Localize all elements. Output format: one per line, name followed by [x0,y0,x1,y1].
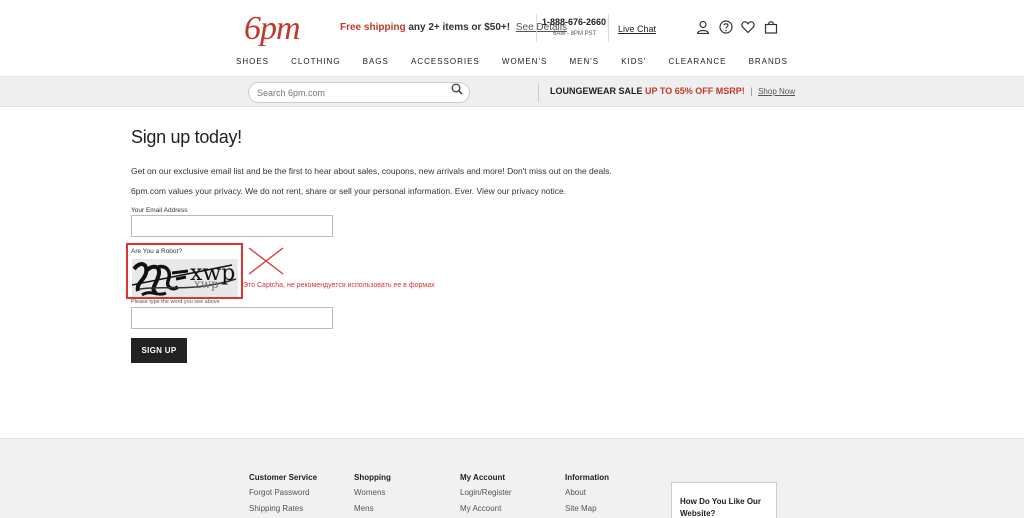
site-logo[interactable]: 6pm [244,10,301,48]
footer-column-customer-service: Customer Service Forgot Password Shippin… [249,473,317,518]
footer-heading: Information [565,473,609,482]
sale-separator: | [750,86,753,96]
help-icon[interactable] [719,20,733,34]
live-chat-link[interactable]: Live Chat [618,24,656,34]
phone-number: 1-888-676-2660 [542,17,607,27]
captcha-word-shadow: xwp [194,277,219,291]
user-icon[interactable] [696,20,710,34]
nav-item-shoes[interactable]: SHOES [236,57,269,69]
email-field[interactable] [131,215,333,237]
footer [0,438,1024,518]
footer-link[interactable]: Womens [354,488,391,497]
search-icon[interactable] [451,83,463,95]
heart-icon[interactable] [741,20,755,34]
nav-item-womens[interactable]: WOMEN'S [502,57,547,69]
main-nav: SHOES CLOTHING BAGS ACCESSORIES WOMEN'S … [236,57,788,69]
shop-now-link[interactable]: Shop Now [758,87,795,96]
header-divider [536,14,537,42]
email-label: Your Email Address [131,207,188,214]
nav-item-accessories[interactable]: ACCESSORIES [411,57,480,69]
promo-banner: Free shipping any 2+ items or $50+! See … [340,22,567,33]
captcha-word-input[interactable] [131,307,333,329]
intro-text: Get on our exclusive email list and be t… [131,166,612,176]
footer-column-information: Information About Site Map [565,473,609,518]
nav-item-clothing[interactable]: CLOTHING [291,57,340,69]
robot-label: Are You a Robot? [131,248,182,255]
captcha-word-label: Please type the word you see above [131,299,220,305]
footer-heading: My Account [460,473,506,482]
footer-column-shopping: Shopping Womens Mens [354,473,391,518]
search-divider [538,83,539,102]
nav-item-bags[interactable]: BAGS [363,57,389,69]
footer-link[interactable]: Shipping Rates [249,504,317,513]
captcha-image: xwp xwp [132,259,238,297]
footer-link[interactable]: Site Map [565,504,609,513]
feedback-widget[interactable]: How Do You Like Our Website? [671,482,777,518]
page-title: Sign up today! [131,127,242,147]
footer-link[interactable]: Forgot Password [249,488,317,497]
sale-lead: LOUNGEWEAR SALE [550,86,643,96]
phone-hours: 6AM - 8PM PST [553,31,597,37]
privacy-text: 6pm.com values your privacy. We do not r… [131,186,567,196]
footer-link[interactable]: About [565,488,609,497]
nav-item-mens[interactable]: MEN'S [569,57,599,69]
header-divider [608,14,609,42]
footer-column-my-account: My Account Login/Register My Account [460,473,512,518]
sale-banner: LOUNGEWEAR SALE UP TO 65% OFF MSRP! | Sh… [550,86,795,96]
cross-mark-icon [248,247,284,275]
search-bar [0,76,1024,107]
cart-icon[interactable] [764,20,778,34]
search-input[interactable] [248,82,470,103]
footer-link[interactable]: Login/Register [460,488,512,497]
nav-item-kids[interactable]: KIDS' [621,57,646,69]
nav-item-clearance[interactable]: CLEARANCE [669,57,727,69]
promo-rest: any 2+ items or $50+! [408,22,511,33]
footer-heading: Customer Service [249,473,318,482]
footer-heading: Shopping [354,473,391,482]
captcha-annotation: Это Captcha, не рекомендуется использова… [243,282,435,289]
footer-link[interactable]: My Account [460,504,512,513]
footer-link[interactable]: Mens [354,504,391,513]
sale-offer: UP TO 65% OFF MSRP! [645,86,745,96]
sign-up-button[interactable]: SIGN UP [131,338,187,363]
promo-lead: Free shipping [340,22,406,33]
nav-item-brands[interactable]: BRANDS [749,57,788,69]
